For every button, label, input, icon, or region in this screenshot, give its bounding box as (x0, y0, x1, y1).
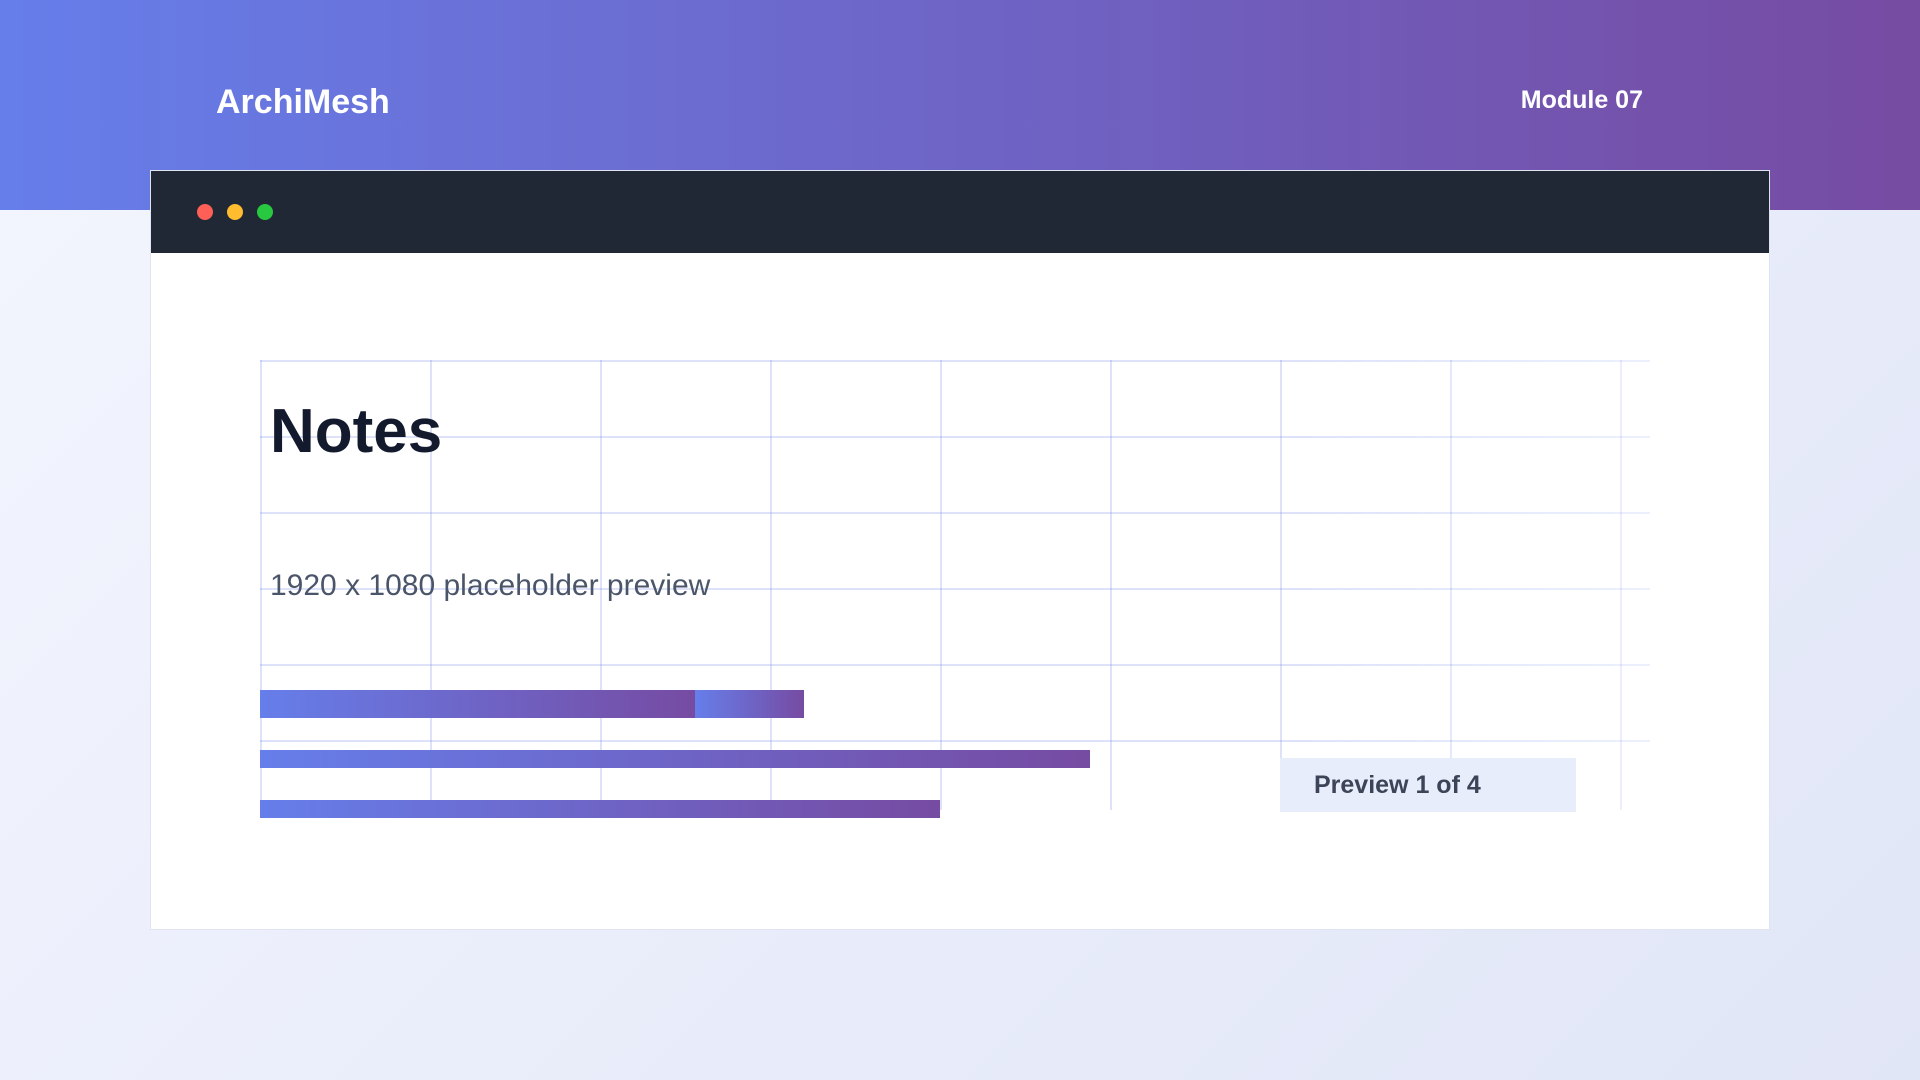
close-dot-icon[interactable] (197, 204, 213, 220)
progress-bar-3 (260, 800, 940, 818)
progress-bar-2 (260, 750, 1090, 768)
brand-name: ArchiMesh (216, 83, 390, 121)
minimize-dot-icon[interactable] (227, 204, 243, 220)
maximize-dot-icon[interactable] (257, 204, 273, 220)
progress-bar-1 (260, 690, 804, 718)
preview-subtitle: 1920 x 1080 placeholder preview (270, 569, 711, 602)
preview-badge: Preview 1 of 4 (1280, 758, 1576, 812)
page-title: Notes (270, 397, 443, 466)
module-label: Module 07 (1520, 86, 1643, 114)
preview-content: Notes 1920 x 1080 placeholder preview Pr… (260, 360, 1650, 818)
window-titlebar (151, 171, 1769, 253)
